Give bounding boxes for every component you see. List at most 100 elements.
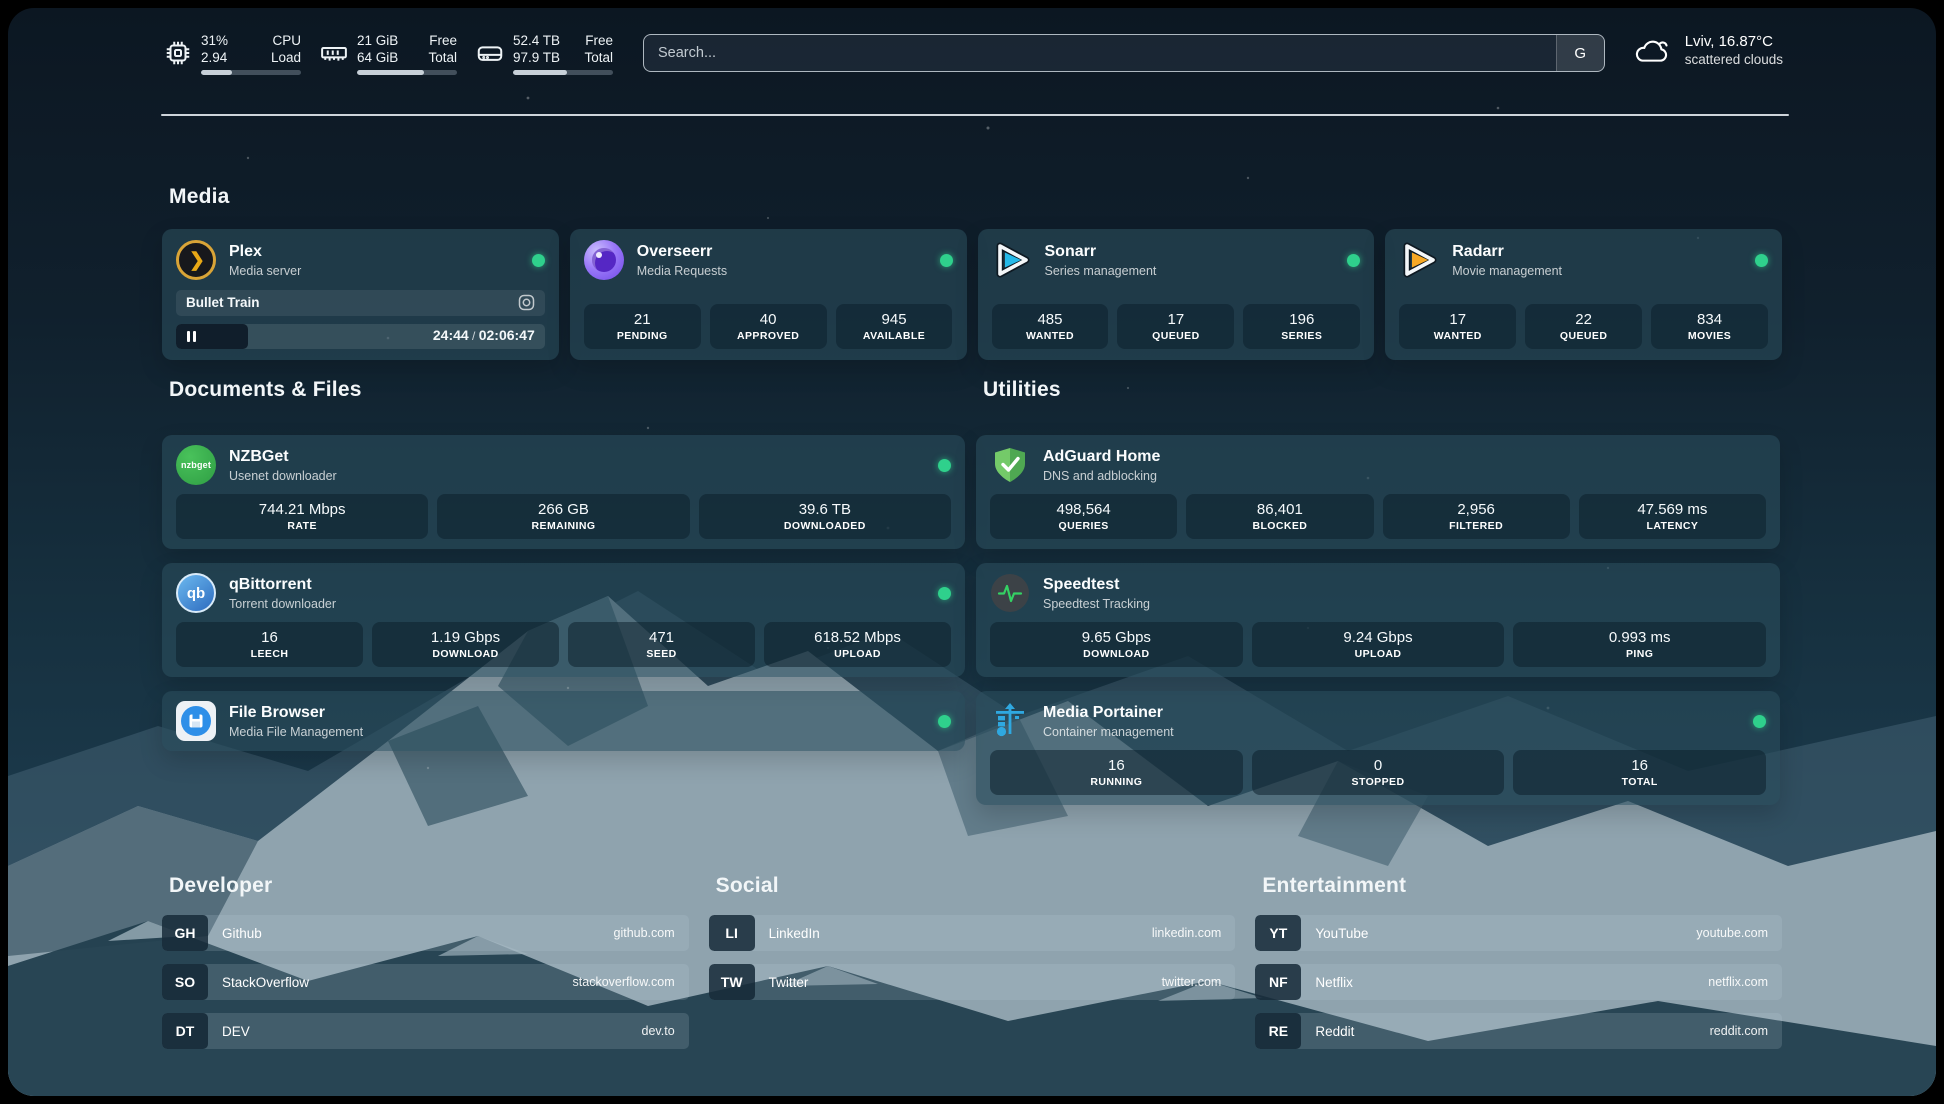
- stat-box: 744.21 MbpsRATE: [176, 494, 428, 539]
- disk-icon: [475, 38, 505, 68]
- qbittorrent-status-dot: [938, 587, 951, 600]
- stat-box: 9.24 GbpsUPLOAD: [1252, 622, 1505, 667]
- bookmark-url: linkedin.com: [1152, 926, 1221, 940]
- disk-total-value: 97.9 TB: [513, 49, 560, 66]
- sonarr-subtitle: Series management: [1045, 263, 1157, 279]
- adguard-subtitle: DNS and adblocking: [1043, 468, 1160, 484]
- search-provider-button[interactable]: G: [1556, 35, 1604, 71]
- bookmark-reddit[interactable]: RE Reddit reddit.com: [1255, 1013, 1782, 1049]
- section-title-media: Media: [169, 185, 230, 209]
- section-title-utilities: Utilities: [983, 378, 1780, 402]
- bookmark-twitter[interactable]: TW Twitter twitter.com: [709, 964, 1236, 1000]
- bookmark-abbr: GH: [162, 915, 208, 951]
- bookmark-dev[interactable]: DT DEV dev.to: [162, 1013, 689, 1049]
- plex-title: Plex: [229, 242, 301, 262]
- memory-icon: [319, 38, 349, 68]
- bookmark-url: youtube.com: [1696, 926, 1768, 940]
- bookmark-url: stackoverflow.com: [573, 975, 675, 989]
- memory-free-label: Free: [429, 32, 457, 49]
- qbittorrent-card[interactable]: qb qBittorrent Torrent downloader 16LEEC…: [162, 563, 965, 677]
- filebrowser-status-dot: [938, 715, 951, 728]
- search-input[interactable]: [644, 35, 1556, 71]
- filebrowser-subtitle: Media File Management: [229, 724, 363, 740]
- portainer-subtitle: Container management: [1043, 724, 1174, 740]
- plex-progressbar: 24:44 / 02:06:47: [176, 324, 545, 349]
- bookmark-abbr: DT: [162, 1013, 208, 1049]
- cloud-icon: [1631, 34, 1673, 68]
- filebrowser-icon: [176, 701, 216, 741]
- radarr-title: Radarr: [1452, 242, 1562, 262]
- section-title-social: Social: [716, 874, 1236, 898]
- stat-box: 618.52 MbpsUPLOAD: [764, 622, 951, 667]
- stat-box: 17WANTED: [1399, 304, 1516, 349]
- adguard-card[interactable]: AdGuard Home DNS and adblocking 498,564Q…: [976, 435, 1780, 549]
- overseerr-icon: [584, 240, 624, 280]
- nzbget-status-dot: [938, 459, 951, 472]
- memory-free-value: 21 GiB: [357, 32, 398, 49]
- filebrowser-card[interactable]: File Browser Media File Management: [162, 691, 965, 751]
- bookmark-name: DEV: [222, 1024, 250, 1039]
- speedtest-title: Speedtest: [1043, 575, 1150, 595]
- bookmark-url: github.com: [614, 926, 675, 940]
- stat-box: 0STOPPED: [1252, 750, 1505, 795]
- overseerr-subtitle: Media Requests: [637, 263, 727, 279]
- media-cards-row: ❯ Plex Media server Bullet Train 24:44 /…: [162, 229, 1782, 360]
- topbar: 31%CPU 2.94Load 21 GiBFree 64 GiBTotal: [163, 32, 1783, 75]
- cpu-load-label: Load: [271, 49, 301, 66]
- plex-card[interactable]: ❯ Plex Media server Bullet Train 24:44 /…: [162, 229, 559, 360]
- stat-box: 498,564QUERIES: [990, 494, 1177, 539]
- cpu-icon: [163, 38, 193, 68]
- plex-subtitle: Media server: [229, 263, 301, 279]
- bookmark-youtube[interactable]: YT YouTube youtube.com: [1255, 915, 1782, 951]
- stat-box: 17QUEUED: [1117, 304, 1234, 349]
- adguard-icon: [990, 445, 1030, 485]
- disk-progressbar: [513, 70, 613, 75]
- plex-status-dot: [532, 254, 545, 267]
- cpu-usage-value: 31%: [201, 32, 228, 49]
- stat-box: 2,956FILTERED: [1383, 494, 1570, 539]
- filebrowser-title: File Browser: [229, 703, 363, 723]
- documents-column: Documents & Files nzbget NZBGet Usenet d…: [162, 378, 965, 751]
- sonarr-card[interactable]: Sonarr Series management 485WANTED 17QUE…: [978, 229, 1375, 360]
- weather-location-temp: Lviv, 16.87°C: [1685, 32, 1783, 51]
- bookmark-name: Github: [222, 926, 262, 941]
- bookmark-abbr: NF: [1255, 964, 1301, 1000]
- bookmark-stackoverflow[interactable]: SO StackOverflow stackoverflow.com: [162, 964, 689, 1000]
- portainer-title: Media Portainer: [1043, 703, 1174, 723]
- bookmark-abbr: SO: [162, 964, 208, 1000]
- nzbget-card[interactable]: nzbget NZBGet Usenet downloader 744.21 M…: [162, 435, 965, 549]
- disk-widget: 52.4 TBFree 97.9 TBTotal: [475, 32, 617, 75]
- stat-box: 9.65 GbpsDOWNLOAD: [990, 622, 1243, 667]
- search-bar: G: [643, 34, 1605, 72]
- portainer-card[interactable]: Media Portainer Container management 16R…: [976, 691, 1780, 805]
- stat-box: 16RUNNING: [990, 750, 1243, 795]
- pause-icon: [187, 331, 196, 342]
- stat-box: 834MOVIES: [1651, 304, 1768, 349]
- bookmark-name: StackOverflow: [222, 975, 309, 990]
- utilities-column: Utilities AdGuard Home: [976, 378, 1780, 805]
- bookmark-github[interactable]: GH Github github.com: [162, 915, 689, 951]
- stat-box: 266 GBREMAINING: [437, 494, 689, 539]
- speedtest-icon: [990, 573, 1030, 613]
- session-view-icon: [518, 294, 535, 311]
- radarr-status-dot: [1755, 254, 1768, 267]
- stat-box: 16LEECH: [176, 622, 363, 667]
- stat-box: 0.993 msPING: [1513, 622, 1766, 667]
- radarr-card[interactable]: Radarr Movie management 17WANTED 22QUEUE…: [1385, 229, 1782, 360]
- stat-box: 16TOTAL: [1513, 750, 1766, 795]
- section-title-documents: Documents & Files: [169, 378, 965, 402]
- cpu-progressbar: [201, 70, 301, 75]
- bookmark-url: twitter.com: [1162, 975, 1222, 989]
- radarr-icon: [1399, 240, 1439, 280]
- disk-free-label: Free: [585, 32, 613, 49]
- nzbget-title: NZBGet: [229, 447, 337, 467]
- weather-widget[interactable]: Lviv, 16.87°C scattered clouds: [1631, 32, 1783, 69]
- sonarr-title: Sonarr: [1045, 242, 1157, 262]
- speedtest-card[interactable]: Speedtest Speedtest Tracking 9.65 GbpsDO…: [976, 563, 1780, 677]
- total-duration: 02:06:47: [479, 327, 535, 343]
- bookmark-linkedin[interactable]: LI LinkedIn linkedin.com: [709, 915, 1236, 951]
- overseerr-card[interactable]: Overseerr Media Requests 21PENDING 40APP…: [570, 229, 967, 360]
- bookmark-netflix[interactable]: NF Netflix netflix.com: [1255, 964, 1782, 1000]
- overseerr-title: Overseerr: [637, 242, 727, 262]
- screenshot-stage: 31%CPU 2.94Load 21 GiBFree 64 GiBTotal: [0, 0, 1944, 1104]
